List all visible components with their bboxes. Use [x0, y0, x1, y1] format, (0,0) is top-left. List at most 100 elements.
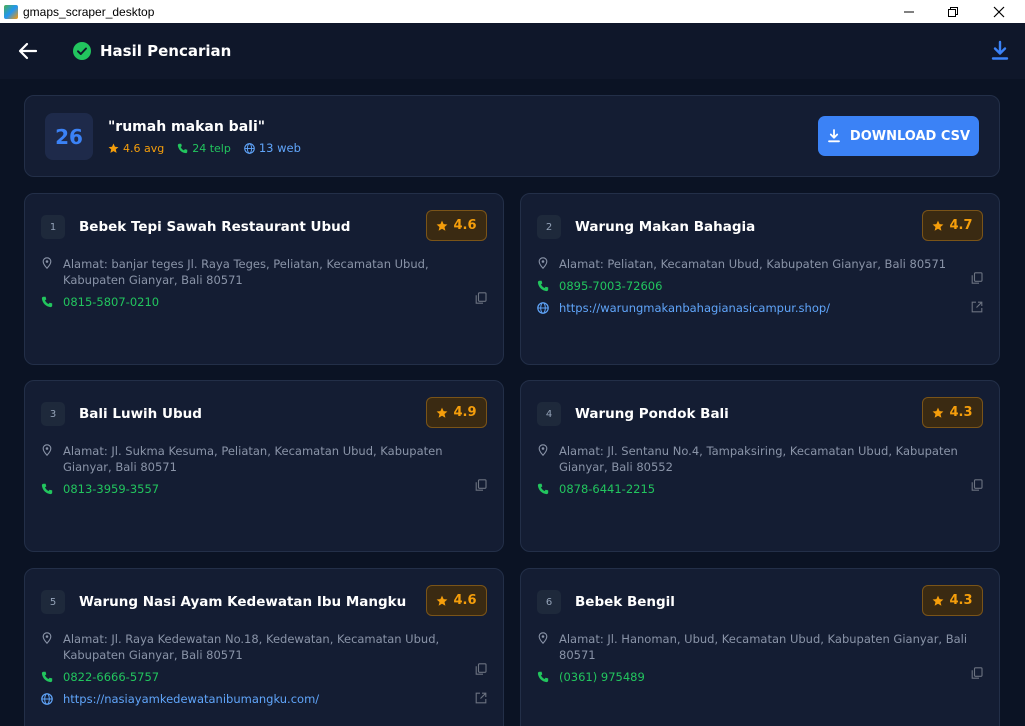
close-button[interactable]	[976, 0, 1022, 23]
globe-icon	[537, 302, 549, 314]
star-icon	[933, 595, 944, 606]
result-card[interactable]: 3 Bali Luwih Ubud 4.9 Alamat: Jl. Sukma Kes…	[24, 380, 504, 552]
avg-rating-stat: 4.6 avg	[108, 142, 164, 155]
summary-stats: 4.6 avg 24 telp 13 web	[108, 141, 314, 155]
restore-icon	[948, 6, 958, 17]
phone-number[interactable]: 0895-7003-72606	[559, 279, 662, 293]
phone-row: 0813-3959-3557	[41, 481, 481, 497]
open-external-icon[interactable]	[475, 692, 487, 704]
rating-value: 4.7	[949, 218, 973, 233]
back-arrow-icon[interactable]	[17, 40, 39, 62]
download-csv-button[interactable]: DOWNLOAD CSV	[818, 116, 979, 156]
website-row: https://warungmakanbahagianasicampur.sho…	[537, 300, 977, 316]
page-title: Hasil Pencarian	[100, 42, 232, 60]
open-external-icon[interactable]	[971, 301, 983, 313]
rating-value: 4.3	[949, 405, 973, 420]
phone-row: 0815-5807-0210	[41, 294, 481, 310]
star-icon	[437, 595, 448, 606]
star-icon	[437, 220, 448, 231]
copy-icon[interactable]	[971, 479, 983, 491]
app-header: Hasil Pencarian	[0, 23, 1025, 79]
address-text: Alamat: Jl. Sentanu No.4, Tampaksiring, …	[559, 444, 958, 474]
result-index: 1	[41, 215, 65, 239]
location-pin-icon	[42, 257, 52, 269]
address-text: Alamat: banjar teges Jl. Raya Teges, Pel…	[63, 257, 429, 287]
address-text: Alamat: Jl. Raya Kedewatan No.18, Kedewa…	[63, 632, 440, 662]
phone-icon	[537, 483, 549, 495]
minimize-button[interactable]	[886, 0, 932, 23]
phone-count-label: 24 telp	[192, 141, 231, 155]
web-count-stat: 13 web	[244, 141, 301, 155]
result-card[interactable]: 5 Warung Nasi Ayam Kedewatan Ibu Mangku 4.…	[24, 568, 504, 726]
download-icon	[828, 129, 840, 143]
place-name: Warung Nasi Ayam Kedewatan Ibu Mangku	[79, 594, 407, 610]
copy-icon[interactable]	[971, 272, 983, 284]
rating-value: 4.6	[453, 593, 477, 608]
restore-button[interactable]	[930, 0, 976, 23]
rating-badge: 4.7	[922, 210, 983, 241]
avg-rating-label: 4.6 avg	[123, 141, 165, 155]
success-check-icon	[73, 42, 91, 60]
website-link[interactable]: https://nasiayamkedewatanibumangku.com/	[63, 692, 319, 706]
window-title: gmaps_scraper_desktop	[23, 4, 155, 19]
location-pin-icon	[538, 444, 548, 456]
phone-number[interactable]: (0361) 975489	[559, 670, 645, 684]
result-card[interactable]: 1 Bebek Tepi Sawah Restaurant Ubud 4.6 Alam…	[24, 193, 504, 365]
phone-number[interactable]: 0815-5807-0210	[63, 295, 159, 309]
globe-icon	[41, 693, 53, 705]
result-card[interactable]: 6 Bebek Bengil 4.3 Alamat: Jl. Hanoman, Ubu…	[520, 568, 1000, 726]
place-name: Warung Makan Bahagia	[575, 219, 756, 235]
copy-icon[interactable]	[971, 667, 983, 679]
result-index: 5	[41, 590, 65, 614]
result-count: 26	[45, 113, 93, 160]
copy-icon[interactable]	[475, 663, 487, 675]
address-row: Alamat: Jl. Hanoman, Ubud, Kecamatan Ubu…	[537, 631, 977, 663]
phone-number[interactable]: 0878-6441-2215	[559, 482, 655, 496]
location-pin-icon	[538, 257, 548, 269]
copy-icon[interactable]	[475, 292, 487, 304]
rating-value: 4.6	[453, 218, 477, 233]
website-link[interactable]: https://warungmakanbahagianasicampur.sho…	[559, 301, 830, 315]
phone-row: 0878-6441-2215	[537, 481, 977, 497]
website-row: https://nasiayamkedewatanibumangku.com/	[41, 691, 481, 707]
phone-number[interactable]: 0813-3959-3557	[63, 482, 159, 496]
place-name: Bebek Bengil	[575, 594, 675, 610]
globe-icon	[244, 142, 255, 154]
location-pin-icon	[538, 632, 548, 644]
phone-row: 0895-7003-72606	[537, 278, 977, 294]
address-text: Alamat: Jl. Sukma Kesuma, Peliatan, Keca…	[63, 444, 443, 474]
location-pin-icon	[42, 632, 52, 644]
address-row: Alamat: Jl. Sukma Kesuma, Peliatan, Keca…	[41, 443, 481, 475]
phone-icon	[537, 671, 549, 683]
address-row: Alamat: Jl. Sentanu No.4, Tampaksiring, …	[537, 443, 977, 475]
rating-badge: 4.3	[922, 585, 983, 616]
phone-icon	[178, 143, 188, 153]
rating-value: 4.9	[453, 405, 477, 420]
address-row: Alamat: Peliatan, Kecamatan Ubud, Kabupa…	[537, 256, 977, 272]
phone-icon	[537, 280, 549, 292]
result-index: 3	[41, 402, 65, 426]
web-count-label: 13 web	[258, 141, 301, 155]
star-icon	[933, 220, 944, 231]
result-card[interactable]: 2 Warung Makan Bahagia 4.7 Alamat: Peliatan…	[520, 193, 1000, 365]
address-row: Alamat: banjar teges Jl. Raya Teges, Pel…	[41, 256, 481, 288]
result-index: 4	[537, 402, 561, 426]
rating-badge: 4.9	[426, 397, 487, 428]
place-name: Bali Luwih Ubud	[79, 406, 202, 422]
result-index: 6	[537, 590, 561, 614]
star-icon	[108, 143, 119, 153]
download-csv-label: DOWNLOAD CSV	[849, 128, 971, 144]
place-name: Warung Pondok Bali	[575, 406, 729, 422]
app-icon	[4, 4, 18, 19]
result-card[interactable]: 4 Warung Pondok Bali 4.3 Alamat: Jl. Sentan…	[520, 380, 1000, 552]
summary-card: 26 "rumah makan bali" 4.6 avg 24 telp 13…	[24, 95, 1000, 177]
search-query: "rumah makan bali"	[108, 119, 266, 135]
phone-row: 0822-6666-5757	[41, 669, 481, 685]
phone-number[interactable]: 0822-6666-5757	[63, 670, 159, 684]
download-icon[interactable]	[990, 40, 1010, 62]
rating-badge: 4.3	[922, 397, 983, 428]
result-index: 2	[537, 215, 561, 239]
rating-value: 4.3	[949, 593, 973, 608]
copy-icon[interactable]	[475, 479, 487, 491]
address-row: Alamat: Jl. Raya Kedewatan No.18, Kedewa…	[41, 631, 481, 663]
